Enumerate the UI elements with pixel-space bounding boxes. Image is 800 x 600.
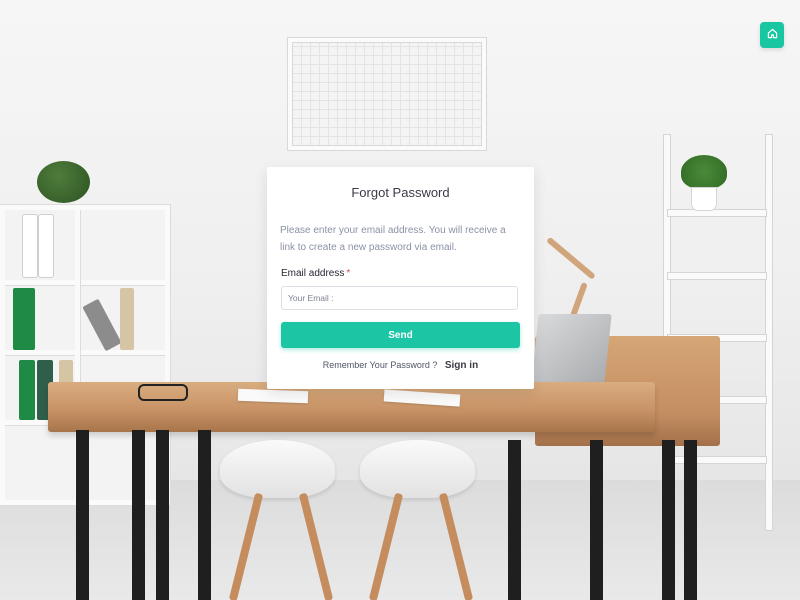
email-label-text: Email address <box>281 268 345 279</box>
desk-leg <box>662 440 675 600</box>
desk-leg <box>76 430 89 600</box>
forgot-password-card: Forgot Password Please enter your email … <box>267 167 534 389</box>
wall-frame <box>288 38 486 150</box>
plant-decoration <box>37 161 90 203</box>
chair <box>220 440 335 498</box>
sign-in-link[interactable]: Sign in <box>445 360 478 371</box>
ladder-shelf <box>664 135 772 530</box>
remember-password-text: Remember Your Password ? <box>322 360 438 370</box>
card-description: Please enter your email address. You wil… <box>280 225 506 253</box>
desk-leg <box>132 430 145 600</box>
glasses <box>138 384 188 401</box>
chair <box>360 440 475 498</box>
required-marker: * <box>346 268 351 279</box>
desk-leg <box>156 430 169 600</box>
email-label: Email address * <box>281 268 350 279</box>
card-title: Forgot Password <box>351 185 450 200</box>
plant-pot <box>692 188 716 210</box>
plant-decoration <box>681 155 727 189</box>
send-button[interactable]: Send <box>281 322 520 348</box>
desk-leg <box>684 440 697 600</box>
email-input[interactable] <box>281 286 518 310</box>
home-icon <box>767 26 778 44</box>
laptop <box>531 314 612 384</box>
desk-leg <box>590 440 603 600</box>
desk-leg <box>198 430 211 600</box>
home-button[interactable] <box>760 22 784 48</box>
signin-prompt: Remember Your Password ? Sign in <box>267 360 534 371</box>
paper <box>237 388 309 404</box>
desk-leg <box>508 440 521 600</box>
